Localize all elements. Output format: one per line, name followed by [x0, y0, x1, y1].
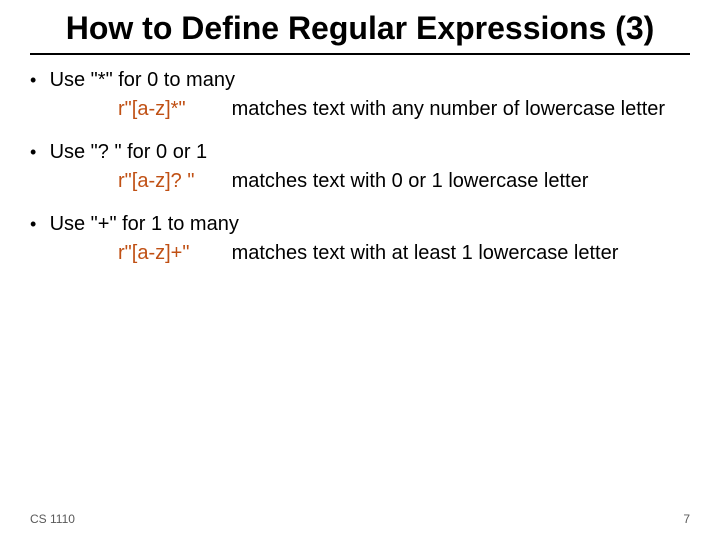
bullet-text: Use "+" for 1 to many	[50, 213, 239, 235]
bullet-text: Use "? " for 0 or 1	[50, 141, 208, 163]
bullet-item: • Use "*" for 0 to many	[30, 69, 690, 92]
slide-footer: CS 1110 7	[30, 512, 690, 526]
code-description: matches text with any number of lowercas…	[232, 98, 666, 120]
slide: How to Define Regular Expressions (3) • …	[0, 0, 720, 540]
bullet-dot-icon: •	[30, 142, 44, 163]
code-snippet: r"[a-z]*"	[118, 98, 208, 121]
code-snippet: r"[a-z]? "	[118, 170, 208, 193]
bullet-dot-icon: •	[30, 70, 44, 91]
footer-course: CS 1110	[30, 512, 75, 526]
code-snippet: r"[a-z]+"	[118, 242, 208, 265]
bullet-dot-icon: •	[30, 214, 44, 235]
bullet-item: • Use "+" for 1 to many	[30, 213, 690, 236]
bullet-item: • Use "? " for 0 or 1	[30, 141, 690, 164]
slide-title: How to Define Regular Expressions (3)	[30, 10, 690, 55]
code-description: matches text with at least 1 lowercase l…	[232, 242, 619, 264]
example-line: r"[a-z]? " matches text with 0 or 1 lowe…	[118, 170, 690, 193]
footer-page-number: 7	[683, 512, 690, 526]
example-line: r"[a-z]*" matches text with any number o…	[118, 98, 690, 121]
example-line: r"[a-z]+" matches text with at least 1 l…	[118, 242, 690, 265]
bullet-text: Use "*" for 0 to many	[50, 69, 235, 91]
code-description: matches text with 0 or 1 lowercase lette…	[232, 170, 589, 192]
